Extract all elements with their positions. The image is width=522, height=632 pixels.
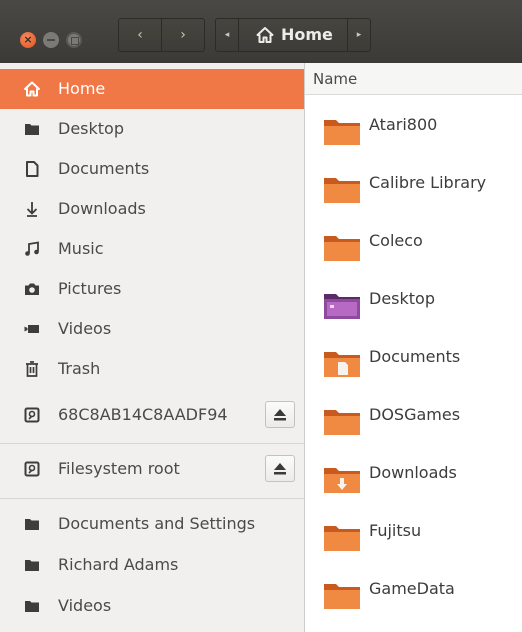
sidebar-item-label: Videos <box>58 596 112 615</box>
drive-icon <box>24 407 40 423</box>
music-icon <box>25 241 39 256</box>
downloads-folder-icon <box>324 468 360 493</box>
eject-button[interactable] <box>265 455 295 482</box>
sidebar-item-pictures[interactable]: Pictures <box>0 269 304 309</box>
folder-icon <box>25 519 39 530</box>
video-icon <box>24 325 39 333</box>
home-icon <box>24 81 40 97</box>
arrow-left-icon: ◂ <box>224 30 230 40</box>
eject-icon <box>274 463 286 475</box>
sidebar-item-trash[interactable]: Trash <box>0 349 304 389</box>
path-scroll-right-button[interactable]: ▸ <box>347 18 371 52</box>
folder-icon <box>324 178 360 203</box>
chevron-left-icon: ‹ <box>137 27 143 43</box>
file-name: DOSGames <box>369 405 461 424</box>
sidebar-item-label: 68C8AB14C8AADF94 <box>58 405 228 424</box>
file-row-coleco[interactable]: Coleco <box>305 215 522 273</box>
sidebar-item-label: Filesystem root <box>58 459 180 478</box>
file-name: GameData <box>369 579 455 598</box>
folder-icon <box>324 410 360 435</box>
sidebar-item-videos[interactable]: Videos <box>0 309 304 349</box>
download-icon <box>26 202 38 217</box>
close-window-button[interactable]: × <box>20 32 36 48</box>
file-row-desktop[interactable]: Desktop <box>305 273 522 331</box>
sidebar-item-label: Home <box>58 79 106 98</box>
folder-icon <box>324 584 360 609</box>
back-button[interactable]: ‹ <box>118 18 162 52</box>
file-name: Coleco <box>369 231 423 250</box>
path-home-label: Home <box>281 25 333 44</box>
trash-icon <box>26 361 38 377</box>
sidebar-item-label: Documents and Settings <box>58 514 256 533</box>
sidebar-item-label: Videos <box>58 319 112 338</box>
sidebar-item-documents[interactable]: Documents <box>0 149 304 189</box>
chevron-right-icon: › <box>180 27 186 43</box>
sidebar-item-label: Pictures <box>58 279 122 298</box>
sidebar-item-downloads[interactable]: Downloads <box>0 189 304 229</box>
eject-button[interactable] <box>265 401 295 428</box>
file-name: Desktop <box>369 289 435 308</box>
forward-button[interactable]: › <box>161 18 205 52</box>
file-name: Atari800 <box>369 115 438 134</box>
file-row-documents[interactable]: Documents <box>305 331 522 389</box>
sidebar: Home Desktop Documents Downloads Music P… <box>0 63 305 632</box>
home-icon <box>256 27 274 43</box>
file-row-calibre-library[interactable]: Calibre Library <box>305 157 522 215</box>
file-row-downloads[interactable]: Downloads <box>305 447 522 505</box>
folder-icon <box>25 601 39 612</box>
folder-icon <box>25 124 39 135</box>
path-home-button[interactable]: Home <box>238 18 348 52</box>
column-header-label: Name <box>313 70 358 88</box>
sidebar-bookmark-documents-and-settings[interactable]: Documents and Settings <box>0 504 304 544</box>
sidebar-item-label: Richard Adams <box>58 555 179 574</box>
name-column-header[interactable]: Name <box>305 63 522 95</box>
sidebar-item-home[interactable]: Home <box>0 69 304 109</box>
sidebar-divider <box>0 443 304 444</box>
file-name: Fujitsu <box>369 521 422 540</box>
desktop-folder-icon <box>324 294 360 319</box>
sidebar-item-label: Documents <box>58 159 150 178</box>
eject-icon <box>274 409 286 421</box>
sidebar-item-label: Music <box>58 239 104 258</box>
folder-icon <box>25 560 39 571</box>
file-row-atari800[interactable]: Atari800 <box>305 99 522 157</box>
drive-icon <box>24 461 40 477</box>
sidebar-item-music[interactable]: Music <box>0 229 304 269</box>
minimize-window-button[interactable] <box>43 32 59 48</box>
camera-icon <box>25 283 39 295</box>
file-list: Name Atari800 Calibre Library Coleco Des… <box>305 63 522 632</box>
sidebar-item-desktop[interactable]: Desktop <box>0 109 304 149</box>
close-icon: × <box>23 33 33 46</box>
folder-icon <box>324 236 360 261</box>
sidebar-item-filesystem-root[interactable]: Filesystem root <box>0 449 304 489</box>
sidebar-item-label: Downloads <box>58 199 146 218</box>
sidebar-item-label: Trash <box>58 359 101 378</box>
maximize-window-button[interactable] <box>66 32 82 48</box>
file-row-dosgames[interactable]: DOSGames <box>305 389 522 447</box>
file-name: Downloads <box>369 463 457 482</box>
sidebar-divider <box>0 498 304 499</box>
file-name: Documents <box>369 347 461 366</box>
documents-folder-icon <box>324 352 360 377</box>
file-name: Calibre Library <box>369 173 487 192</box>
sidebar-item-label: Desktop <box>58 119 124 138</box>
path-scroll-left-button[interactable]: ◂ <box>215 18 239 52</box>
file-row-fujitsu[interactable]: Fujitsu <box>305 505 522 563</box>
folder-icon <box>324 120 360 145</box>
sidebar-bookmark-richard-adams[interactable]: Richard Adams <box>0 545 304 585</box>
title-bar: × ‹ › ◂ Home ▸ <box>0 0 522 63</box>
sidebar-item-drive[interactable]: 68C8AB14C8AADF94 <box>0 395 304 435</box>
folder-icon <box>324 526 360 551</box>
arrow-right-icon: ▸ <box>356 30 362 40</box>
document-icon <box>26 161 39 177</box>
sidebar-bookmark-videos[interactable]: Videos <box>0 586 304 626</box>
file-row-gamedata[interactable]: GameData <box>305 563 522 621</box>
